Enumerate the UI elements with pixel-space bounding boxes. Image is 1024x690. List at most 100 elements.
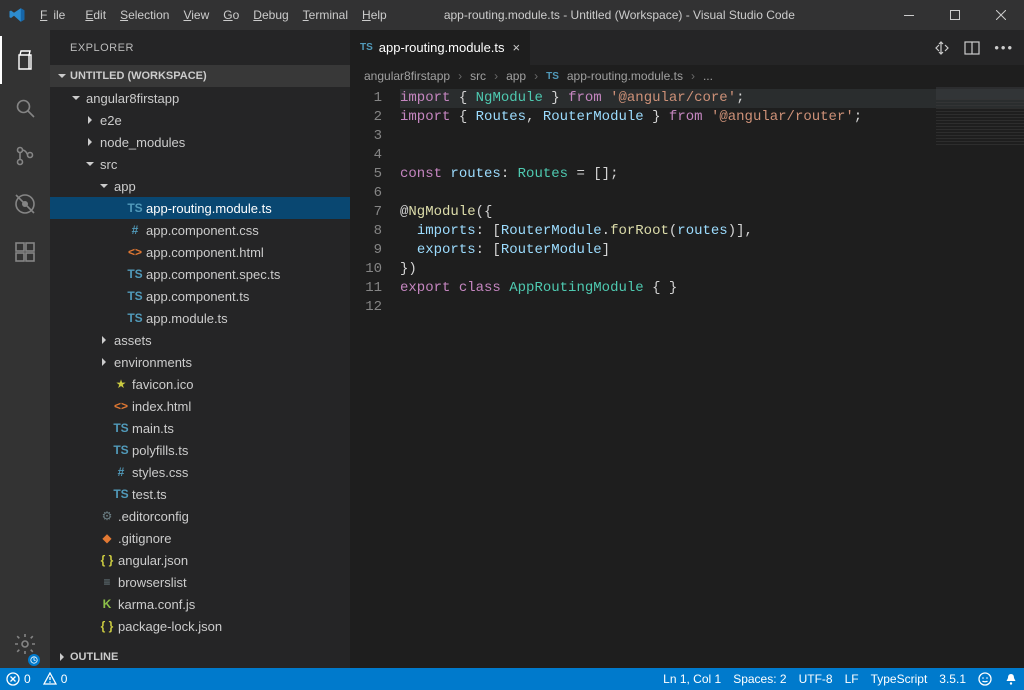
tree-file[interactable]: TSapp.component.spec.ts (50, 263, 350, 285)
tree-file[interactable]: { }angular.json (50, 549, 350, 571)
tree-folder[interactable]: assets (50, 329, 350, 351)
tab-close-icon[interactable]: × (513, 40, 521, 55)
tree-file[interactable]: TSapp.module.ts (50, 307, 350, 329)
typescript-icon: TS (360, 42, 373, 53)
chevron-right-icon (54, 652, 70, 662)
minimap[interactable] (936, 87, 1024, 147)
status-eol[interactable]: LF (845, 672, 859, 686)
menu-file[interactable]: File (34, 0, 77, 30)
tree-file[interactable]: { }package-lock.json (50, 615, 350, 637)
tree-file[interactable]: #app.component.css (50, 219, 350, 241)
tree-file[interactable]: ≡browserslist (50, 571, 350, 593)
tree-folder[interactable]: angular8firstapp (50, 87, 350, 109)
tree-label: app.component.css (144, 223, 259, 238)
tree-file[interactable]: Kkarma.conf.js (50, 593, 350, 615)
breadcrumbs[interactable]: angular8firstapp› src› app› TS app-routi… (350, 65, 1024, 87)
tree-folder[interactable]: src (50, 153, 350, 175)
line-numbers: 123456789101112 (350, 87, 400, 668)
status-ts-ver[interactable]: 3.5.1 (939, 672, 966, 686)
tree-file[interactable]: <>index.html (50, 395, 350, 417)
activity-bar (0, 30, 50, 668)
status-bar: 0 0 Ln 1, Col 1 Spaces: 2 UTF-8 LF TypeS… (0, 668, 1024, 690)
titlebar: File Edit Selection View Go Debug Termin… (0, 0, 1024, 30)
compare-icon[interactable] (934, 40, 950, 56)
status-encoding[interactable]: UTF-8 (799, 672, 833, 686)
activity-settings[interactable] (0, 620, 50, 668)
tree-file[interactable]: ◆.gitignore (50, 527, 350, 549)
tree-folder[interactable]: e2e (50, 109, 350, 131)
crumb[interactable]: src (470, 69, 486, 83)
window-title: app-routing.module.ts - Untitled (Worksp… (393, 0, 886, 30)
tree-label: app-routing.module.ts (144, 201, 272, 216)
tree-label: src (98, 157, 117, 172)
tree-label: main.ts (130, 421, 174, 436)
split-editor-icon[interactable] (964, 40, 980, 56)
tab-label: app-routing.module.ts (379, 40, 505, 55)
maximize-button[interactable] (932, 0, 978, 30)
menu-view[interactable]: View (177, 0, 215, 30)
tree-file[interactable]: ⚙.editorconfig (50, 505, 350, 527)
menu-help[interactable]: Help (356, 0, 393, 30)
tree-file[interactable]: TSpolyfills.ts (50, 439, 350, 461)
explorer-title: EXPLORER (50, 30, 350, 65)
tree-file[interactable]: ★favicon.ico (50, 373, 350, 395)
tree-label: assets (112, 333, 152, 348)
activity-source-control[interactable] (0, 132, 50, 180)
tree-file[interactable]: #styles.css (50, 461, 350, 483)
crumb[interactable]: ... (703, 69, 713, 83)
tree-label: node_modules (98, 135, 185, 150)
tree-label: browserslist (116, 575, 187, 590)
activity-explorer[interactable] (0, 36, 50, 84)
menu-edit[interactable]: Edit (79, 0, 112, 30)
tree-file[interactable]: <>app.component.html (50, 241, 350, 263)
menu-bar: File Edit Selection View Go Debug Termin… (34, 0, 393, 30)
tree-folder[interactable]: node_modules (50, 131, 350, 153)
tree-label: karma.conf.js (116, 597, 195, 612)
workspace-section-header[interactable]: UNTITLED (WORKSPACE) (50, 65, 350, 87)
menu-debug[interactable]: Debug (247, 0, 294, 30)
tree-label: index.html (130, 399, 191, 414)
tree-folder[interactable]: app (50, 175, 350, 197)
tree-file[interactable]: TSapp-routing.module.ts (50, 197, 350, 219)
tree-file[interactable]: TStest.ts (50, 483, 350, 505)
tree-label: test.ts (130, 487, 167, 502)
crumb[interactable]: app-routing.module.ts (567, 69, 683, 83)
tree-label: package-lock.json (116, 619, 222, 634)
window-controls (886, 0, 1024, 30)
minimize-button[interactable] (886, 0, 932, 30)
tree-label: app.component.spec.ts (144, 267, 280, 282)
tree-file[interactable]: TSmain.ts (50, 417, 350, 439)
status-indent[interactable]: Spaces: 2 (733, 672, 786, 686)
menu-terminal[interactable]: Terminal (297, 0, 354, 30)
activity-debug[interactable] (0, 180, 50, 228)
tree-label: app (112, 179, 136, 194)
status-lang[interactable]: TypeScript (871, 672, 928, 686)
status-errors[interactable]: 0 (6, 672, 31, 686)
typescript-icon: TS (546, 71, 559, 82)
outline-label: OUTLINE (70, 651, 118, 663)
crumb[interactable]: app (506, 69, 526, 83)
tree-label: styles.css (130, 465, 188, 480)
status-bell-icon[interactable] (1004, 672, 1018, 686)
code-area[interactable]: import { NgModule } from '@angular/core'… (400, 87, 1024, 668)
tree-file[interactable]: TSapp.component.ts (50, 285, 350, 307)
activity-search[interactable] (0, 84, 50, 132)
outline-section-header[interactable]: OUTLINE (50, 646, 350, 668)
status-warnings[interactable]: 0 (43, 672, 68, 686)
more-icon[interactable]: ••• (994, 40, 1014, 55)
status-ln-col[interactable]: Ln 1, Col 1 (663, 672, 721, 686)
activity-extensions[interactable] (0, 228, 50, 276)
explorer-panel: EXPLORER UNTITLED (WORKSPACE) angular8fi… (50, 30, 350, 668)
status-feedback-icon[interactable] (978, 672, 992, 686)
close-button[interactable] (978, 0, 1024, 30)
tree-folder[interactable]: environments (50, 351, 350, 373)
menu-go[interactable]: Go (217, 0, 245, 30)
workspace-name: UNTITLED (WORKSPACE) (70, 70, 207, 82)
menu-selection[interactable]: Selection (114, 0, 175, 30)
editor-tab-active[interactable]: TS app-routing.module.ts × (350, 30, 531, 65)
tree-label: angular.json (116, 553, 188, 568)
file-tree: angular8firstappe2e node_modulessrc app TSa… (50, 87, 350, 646)
tree-label: .editorconfig (116, 509, 189, 524)
crumb[interactable]: angular8firstapp (364, 69, 450, 83)
tree-label: environments (112, 355, 192, 370)
